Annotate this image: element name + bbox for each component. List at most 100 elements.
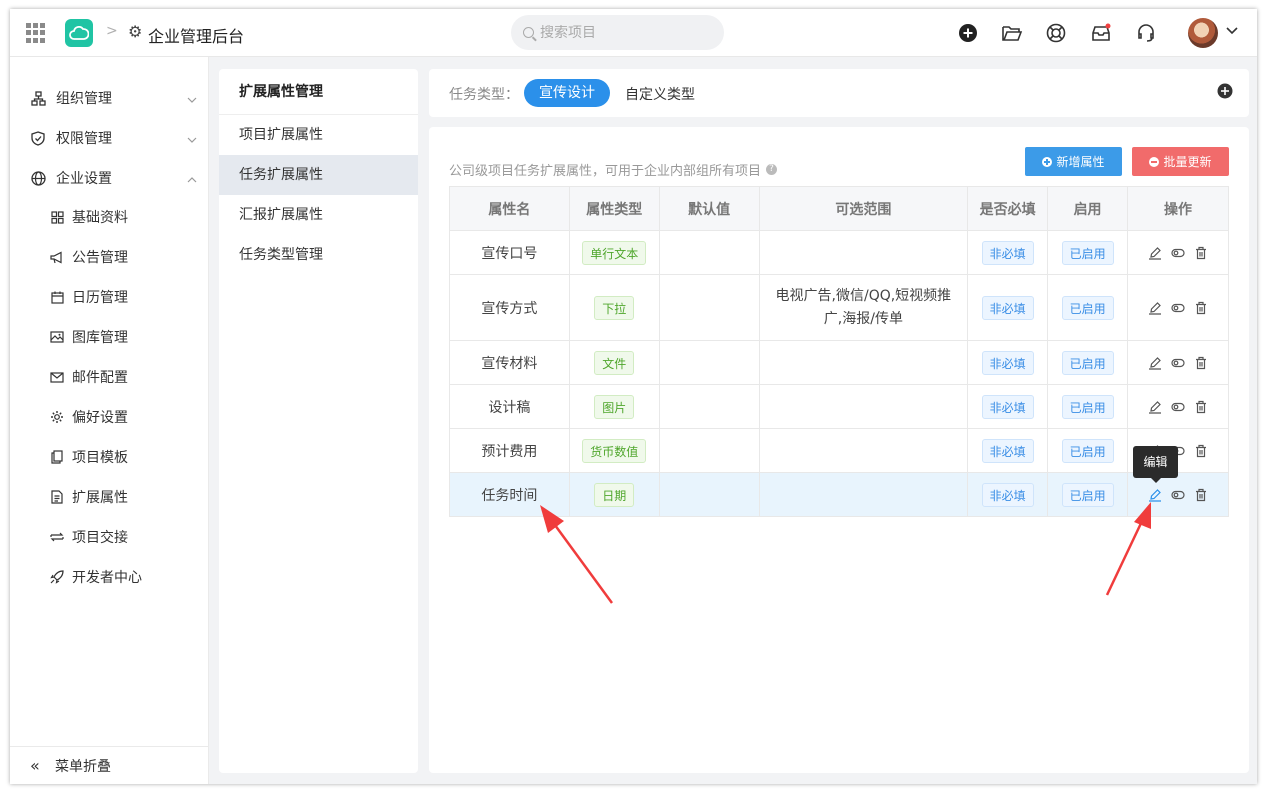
cell-enabled: 已启用 — [1047, 230, 1129, 275]
cell-type: 日期 — [568, 472, 660, 517]
cell-enabled: 已启用 — [1047, 384, 1129, 429]
sidebar-item-mail[interactable]: 邮件配置 — [10, 357, 209, 397]
trash-icon[interactable] — [1194, 400, 1208, 414]
toggle-icon[interactable] — [1171, 246, 1185, 260]
sidebar-item-preferences[interactable]: 偏好设置 — [10, 397, 209, 437]
enabled-tag: 已启用 — [1061, 295, 1114, 320]
sidebar-item-label: 开发者中心 — [72, 570, 142, 586]
sidebar-item-label: 扩展属性 — [72, 490, 128, 506]
sidebar-item-developer-center[interactable]: 开发者中心 — [10, 557, 209, 597]
search-icon — [523, 27, 534, 38]
search-box[interactable] — [511, 15, 724, 50]
edit-pencil-icon[interactable] — [1148, 488, 1162, 502]
panel-item-task-attributes[interactable]: 任务扩展属性 — [219, 155, 418, 195]
inbox-notification-icon[interactable] — [1089, 21, 1113, 45]
copy-icon — [49, 449, 65, 465]
type-tag: 文件 — [594, 350, 635, 375]
panel-item-project-attributes[interactable]: 项目扩展属性 — [219, 115, 418, 155]
edit-pencil-icon[interactable] — [1148, 246, 1162, 260]
chevron-down-icon[interactable] — [1225, 23, 1239, 41]
toggle-icon[interactable] — [1171, 301, 1185, 315]
cell-type: 单行文本 — [568, 230, 660, 275]
batch-update-button[interactable]: 批量更新 — [1132, 147, 1229, 176]
sidebar-item-announcements[interactable]: 公告管理 — [10, 237, 209, 277]
trash-icon[interactable] — [1194, 246, 1208, 260]
avatar[interactable] — [1188, 18, 1218, 48]
cell-default — [658, 472, 760, 517]
chevron-up-icon — [187, 173, 197, 183]
panel-item-report-attributes[interactable]: 汇报扩展属性 — [219, 195, 418, 235]
toggle-icon[interactable] — [1171, 488, 1185, 502]
enabled-tag: 已启用 — [1061, 438, 1114, 463]
sidebar-item-project-template[interactable]: 项目模板 — [10, 437, 209, 477]
edit-tooltip: 编辑 — [1133, 446, 1178, 483]
attributes-table: 属性名 属性类型 默认值 可选范围 是否必填 启用 操作 宣传口号 单行文本 非必填… — [449, 186, 1229, 517]
swap-icon — [49, 529, 65, 545]
cell-range: 电视广告,微信/QQ,短视频推广,海报/传单 — [758, 274, 969, 341]
sidebar-item-gallery[interactable]: 图库管理 — [10, 317, 209, 357]
help-lifebuoy-icon[interactable] — [1044, 21, 1068, 45]
panel-item-task-type-management[interactable]: 任务类型管理 — [219, 235, 418, 275]
chevron-right-icon: > — [106, 23, 118, 39]
task-type-tab-custom[interactable]: 自定义类型 — [625, 84, 695, 104]
search-input[interactable] — [540, 24, 700, 41]
chevron-down-icon — [187, 133, 197, 143]
attributes-card: 公司级项目任务扩展属性，可用于企业内部组所有项目 ? 新增属性 批量更新 属性名… — [429, 127, 1249, 773]
cell-default — [658, 274, 760, 341]
table-row: 宣传方式 下拉 电视广告,微信/QQ,短视频推广,海报/传单 非必填 已启用 — [449, 274, 1229, 341]
gear-icon — [49, 409, 65, 425]
rocket-icon — [49, 569, 65, 585]
add-attribute-button[interactable]: 新增属性 — [1025, 147, 1122, 176]
type-tag: 单行文本 — [582, 240, 647, 265]
edit-pencil-icon[interactable] — [1148, 356, 1162, 370]
type-tag: 下拉 — [594, 295, 635, 320]
cell-required: 非必填 — [967, 230, 1049, 275]
trash-icon[interactable] — [1194, 444, 1208, 458]
column-header: 操作 — [1127, 186, 1229, 231]
required-tag: 非必填 — [981, 350, 1034, 375]
apps-grid-icon[interactable] — [26, 23, 46, 43]
trash-icon[interactable] — [1194, 356, 1208, 370]
cell-required: 非必填 — [967, 472, 1049, 517]
enabled-tag: 已启用 — [1061, 350, 1114, 375]
cell-name: 宣传材料 — [449, 340, 570, 385]
megaphone-icon — [49, 249, 65, 265]
minus-circle-icon — [1149, 156, 1160, 167]
headset-icon[interactable] — [1134, 21, 1158, 45]
cell-range — [758, 230, 969, 275]
toggle-icon[interactable] — [1171, 356, 1185, 370]
add-task-type-icon[interactable] — [1217, 83, 1235, 101]
cloud-logo-icon[interactable] — [65, 19, 93, 47]
description-text: 公司级项目任务扩展属性，可用于企业内部组所有项目 — [449, 164, 762, 179]
task-type-bar: 任务类型： 宣传设计 自定义类型 — [429, 69, 1249, 117]
required-tag: 非必填 — [981, 394, 1034, 419]
sidebar-item-org[interactable]: 组织管理 — [10, 78, 209, 118]
type-tag: 日期 — [594, 482, 635, 507]
sidebar-item-enterprise-settings[interactable]: 企业设置 — [10, 158, 209, 198]
sidebar-item-label: 邮件配置 — [72, 370, 128, 386]
question-icon[interactable]: ? — [766, 164, 778, 175]
cell-required: 非必填 — [967, 340, 1049, 385]
trash-icon[interactable] — [1194, 488, 1208, 502]
column-header: 属性名 — [449, 186, 570, 231]
add-circle-icon[interactable] — [956, 21, 980, 45]
sidebar-item-label: 项目交接 — [72, 530, 128, 546]
sidebar-item-project-handover[interactable]: 项目交接 — [10, 517, 209, 557]
sidebar-collapse-button[interactable]: « 菜单折叠 — [10, 746, 209, 784]
folder-open-icon[interactable] — [1000, 21, 1024, 45]
table-header-row: 属性名 属性类型 默认值 可选范围 是否必填 启用 操作 — [449, 186, 1229, 231]
edit-pencil-icon[interactable] — [1148, 400, 1162, 414]
sidebar-item-basic-data[interactable]: 基础资料 — [10, 197, 209, 237]
toggle-icon[interactable] — [1171, 400, 1185, 414]
cell-range — [758, 384, 969, 429]
sidebar-item-permission[interactable]: 权限管理 — [10, 118, 209, 158]
task-type-tab-active[interactable]: 宣传设计 — [524, 79, 610, 107]
sidebar-item-calendar[interactable]: 日历管理 — [10, 277, 209, 317]
edit-pencil-icon[interactable] — [1148, 301, 1162, 315]
org-tree-icon — [30, 90, 46, 106]
sidebar: 组织管理 权限管理 企业设置 基础资料 公告管理 日历管理 图库管理 邮件配置 … — [10, 57, 209, 784]
trash-icon[interactable] — [1194, 301, 1208, 315]
sidebar-item-extended-attributes[interactable]: 扩展属性 — [10, 477, 209, 517]
grid-icon — [49, 209, 65, 225]
cell-enabled: 已启用 — [1047, 274, 1129, 341]
